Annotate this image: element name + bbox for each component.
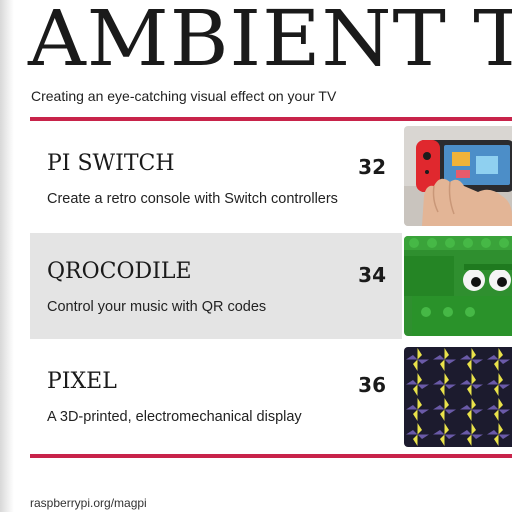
lego-crocodile-photo [404, 236, 512, 336]
contents-item-pi-switch[interactable]: PI SWITCH 32 Create a retro console with… [30, 125, 402, 231]
contents-item-title: PI SWITCH [47, 151, 175, 176]
feature-headline: AMBIENT T [28, 0, 512, 84]
contents-item-page-number: 34 [358, 263, 386, 287]
page-gutter-shadow [0, 0, 14, 512]
pixel-thumbnail[interactable] [404, 347, 512, 447]
contents-item-qrocodile[interactable]: QROCODILE 34 Control your music with QR … [30, 233, 402, 339]
pi-switch-thumbnail[interactable] [404, 126, 512, 226]
contents-item-description: Create a retro console with Switch contr… [47, 191, 338, 207]
contents-item-title: PIXEL [47, 369, 117, 394]
qrocodile-thumbnail[interactable] [404, 236, 512, 336]
divider-bottom [30, 454, 512, 458]
contents-item-page-number: 36 [358, 373, 386, 397]
footer-url-link[interactable]: raspberrypi.org/magpi [30, 496, 147, 510]
contents-item-description: Control your music with QR codes [47, 299, 267, 315]
contents-item-description: A 3D-printed, electromechanical display [47, 409, 302, 425]
contents-item-title: QROCODILE [47, 259, 192, 284]
pixel-display-photo [404, 347, 512, 447]
contents-item-page-number: 32 [358, 155, 386, 179]
divider-top [30, 117, 512, 121]
nintendo-switch-photo [404, 126, 512, 226]
contents-item-pixel[interactable]: PIXEL 36 A 3D-printed, electromechanical… [30, 343, 402, 449]
feature-subtitle: Creating an eye-catching visual effect o… [31, 88, 337, 104]
